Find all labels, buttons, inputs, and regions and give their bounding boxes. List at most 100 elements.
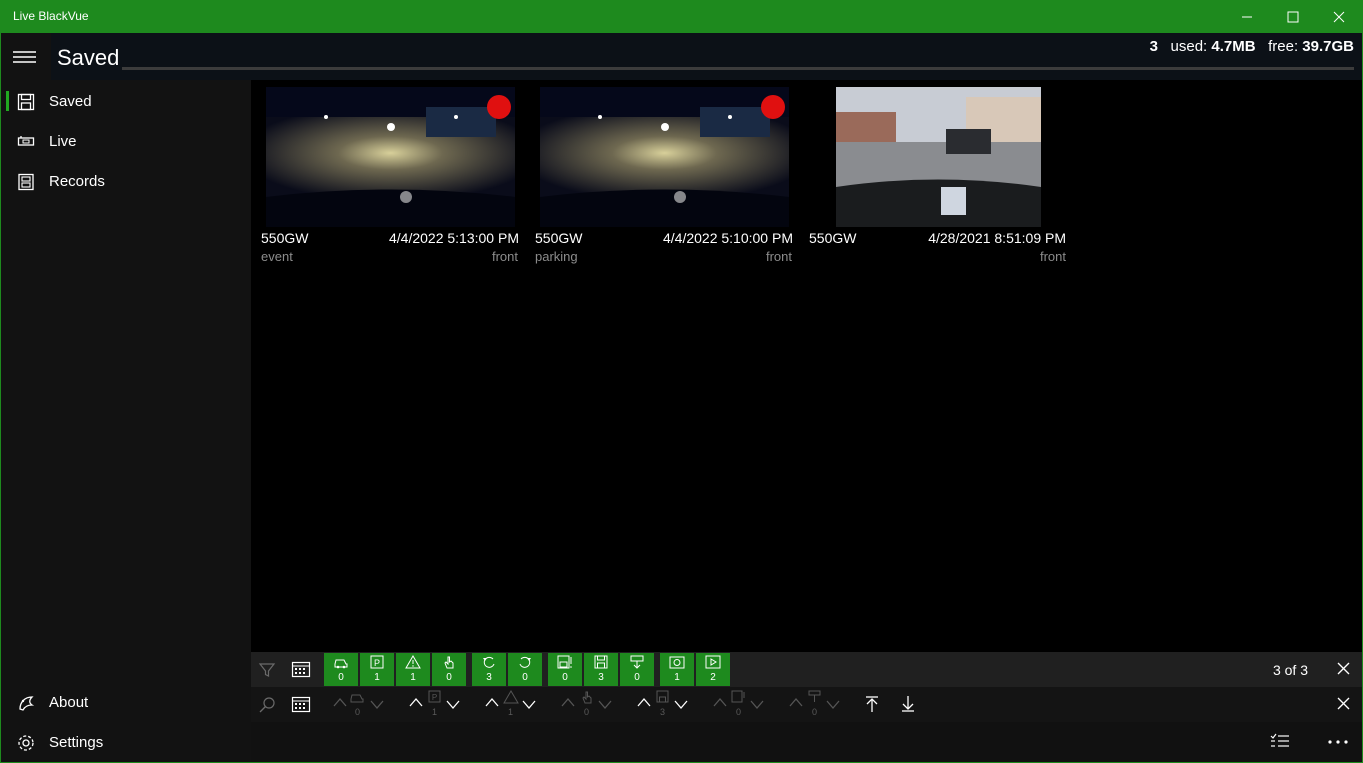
maximize-button[interactable] — [1270, 0, 1316, 33]
rotate-back-icon — [483, 656, 495, 668]
sidebar-item-records[interactable]: Records — [1, 164, 250, 200]
minimize-icon — [1242, 16, 1252, 17]
parking-icon: P — [428, 690, 441, 703]
video-camera: front — [1039, 249, 1066, 264]
filter-chip-car[interactable]: 0 — [324, 653, 358, 686]
hamburger-icon — [13, 51, 36, 63]
day-road-image — [836, 87, 1041, 227]
used-label: used: — [1170, 38, 1208, 55]
video-thumbnail[interactable] — [836, 87, 1041, 227]
sidebar-item-label: Live — [49, 133, 77, 150]
video-datetime: 4/4/2022 5:13:00 PM — [389, 230, 519, 246]
video-type: event — [261, 249, 293, 264]
filter-chip-download[interactable]: 0 — [620, 653, 654, 686]
sidebar-item-label: Settings — [49, 734, 104, 751]
pagination-text: 3 of 3 — [1272, 662, 1308, 678]
sidebar-item-settings[interactable]: Settings — [1, 725, 250, 761]
parking-icon: P — [370, 655, 384, 669]
chevron-down-icon[interactable] — [521, 698, 537, 710]
chevron-down-icon[interactable] — [749, 698, 765, 710]
night-road-image — [540, 87, 789, 227]
calendar-icon[interactable] — [291, 695, 311, 713]
car-icon — [350, 694, 364, 703]
warning-icon — [503, 690, 519, 704]
select-list-icon[interactable] — [1270, 733, 1290, 749]
chevron-down-icon[interactable] — [825, 698, 841, 710]
chevron-down-icon[interactable] — [445, 698, 461, 710]
gear-icon — [18, 735, 34, 751]
filter-chip-photo[interactable]: 1 — [660, 653, 694, 686]
rotate-forward-icon — [519, 656, 531, 668]
warning-icon — [405, 655, 421, 669]
close-button[interactable] — [1316, 0, 1362, 33]
video-thumbnail[interactable] — [266, 87, 515, 227]
more-options-icon[interactable] — [1327, 739, 1349, 745]
filter-count: 1 — [410, 672, 416, 683]
close-nav-icon[interactable] — [1337, 697, 1350, 710]
hand-icon — [444, 656, 454, 669]
used-value: 4.7MB — [1211, 38, 1256, 55]
download-sign-icon — [630, 655, 644, 669]
sidebar-item-live[interactable]: Live — [1, 124, 250, 160]
nav-count: 0 — [736, 707, 742, 717]
video-model: 550GW — [535, 230, 583, 246]
records-icon — [18, 173, 34, 191]
calendar-icon[interactable] — [291, 660, 311, 678]
video-model: 550GW — [261, 230, 309, 246]
filter-count: 0 — [634, 672, 640, 683]
filter-count: 3 — [486, 672, 492, 683]
filter-chip-touch[interactable]: 0 — [432, 653, 466, 686]
close-icon — [1333, 11, 1345, 22]
close-filter-icon[interactable] — [1337, 662, 1350, 675]
maximize-icon — [1287, 11, 1299, 22]
recording-indicator — [487, 95, 511, 119]
video-datetime: 4/4/2022 5:10:00 PM — [663, 230, 793, 246]
nav-count: 1 — [508, 707, 514, 717]
video-thumbnail[interactable] — [540, 87, 789, 227]
video-model: 550GW — [809, 230, 857, 246]
video-camera: front — [765, 249, 792, 264]
camera-icon — [17, 136, 35, 146]
item-count: 3 — [1149, 38, 1159, 55]
recording-indicator — [761, 95, 785, 119]
car-icon — [334, 659, 348, 669]
filter-chip-rear-impact[interactable]: 3 — [472, 653, 506, 686]
svg-text:P: P — [374, 658, 380, 668]
hamburger-menu-button[interactable] — [12, 44, 38, 70]
nav-count: 0 — [812, 707, 818, 717]
filter-chip-front-impact[interactable]: 0 — [508, 653, 542, 686]
filter-count: 1 — [674, 672, 680, 683]
sidebar-item-label: Records — [49, 173, 105, 190]
scroll-to-bottom-icon[interactable] — [900, 695, 916, 713]
title-bar: Live BlackVue — [0, 0, 1363, 33]
filter-count: 0 — [562, 672, 568, 683]
about-icon — [19, 696, 35, 711]
filter-chip-parking[interactable]: P1 — [360, 653, 394, 686]
filter-icon[interactable] — [258, 661, 276, 679]
filter-chip-warning[interactable]: 1 — [396, 653, 430, 686]
chevron-down-icon[interactable] — [369, 698, 385, 710]
save-icon — [17, 93, 35, 111]
filter-chip-saved[interactable]: 3 — [584, 653, 618, 686]
filter-count: 3 — [598, 672, 604, 683]
save-alert-icon — [557, 655, 572, 669]
minimize-button[interactable] — [1224, 0, 1270, 33]
sidebar-item-label: Saved — [49, 93, 92, 110]
nav-count: 3 — [660, 707, 666, 717]
chevron-down-icon[interactable] — [673, 698, 689, 710]
video-datetime: 4/28/2021 8:51:09 PM — [928, 230, 1066, 246]
sidebar-item-saved[interactable]: Saved — [1, 84, 250, 120]
sidebar-item-about[interactable]: About — [1, 685, 250, 721]
video-camera: front — [491, 249, 518, 264]
save-icon — [594, 655, 608, 669]
search-icon[interactable] — [258, 696, 276, 714]
chevron-down-icon[interactable] — [597, 698, 613, 710]
download-sign-icon — [808, 690, 821, 702]
scroll-to-top-icon[interactable] — [864, 695, 880, 713]
filter-count: 0 — [522, 672, 528, 683]
nav-count: 0 — [355, 707, 361, 717]
filter-chip-save-alert[interactable]: 0 — [548, 653, 582, 686]
filter-chip-video[interactable]: 2 — [696, 653, 730, 686]
storage-stats: 3 used: 4.7MB free: 39.7GB — [1150, 38, 1354, 55]
page-title: Saved — [57, 45, 120, 70]
